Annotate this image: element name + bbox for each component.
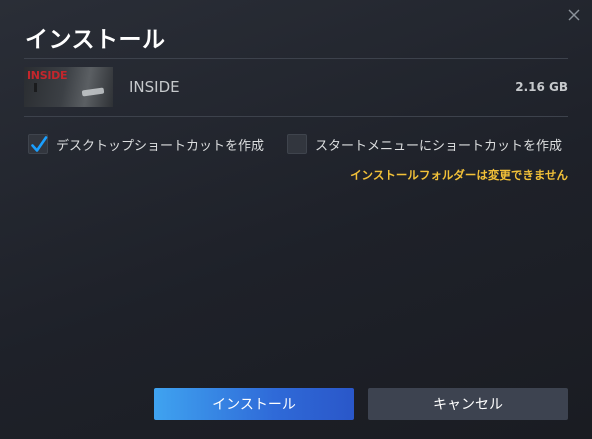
thumbnail-car bbox=[81, 87, 105, 97]
divider bbox=[24, 58, 568, 59]
divider bbox=[24, 116, 568, 117]
start-menu-shortcut-checkbox[interactable] bbox=[287, 134, 307, 154]
install-dialog: インストール INSIDE INSIDE 2.16 GB デスクトップショートカ… bbox=[0, 0, 592, 439]
checkmark-icon bbox=[31, 136, 48, 152]
desktop-shortcut-label: デスクトップショートカットを作成 bbox=[56, 138, 265, 154]
close-icon bbox=[568, 9, 580, 21]
start-menu-shortcut-option[interactable]: スタートメニューにショートカットを作成 bbox=[287, 133, 562, 155]
thumbnail-figure bbox=[34, 83, 37, 92]
install-folder-warning: インストールフォルダーは変更できません bbox=[350, 168, 568, 182]
game-row: INSIDE INSIDE 2.16 GB bbox=[24, 67, 568, 107]
game-name: INSIDE bbox=[129, 78, 180, 96]
install-button[interactable]: インストール bbox=[154, 388, 354, 420]
cancel-button[interactable]: キャンセル bbox=[368, 388, 568, 420]
game-logo-text: INSIDE bbox=[27, 69, 68, 82]
desktop-shortcut-option[interactable]: デスクトップショートカットを作成 bbox=[28, 133, 264, 155]
start-menu-shortcut-label: スタートメニューにショートカットを作成 bbox=[315, 138, 563, 154]
close-button[interactable] bbox=[566, 7, 582, 23]
dialog-title: インストール bbox=[25, 27, 166, 53]
desktop-shortcut-checkbox[interactable] bbox=[28, 134, 48, 154]
game-thumbnail: INSIDE bbox=[24, 67, 113, 107]
game-size: 2.16 GB bbox=[515, 80, 568, 94]
